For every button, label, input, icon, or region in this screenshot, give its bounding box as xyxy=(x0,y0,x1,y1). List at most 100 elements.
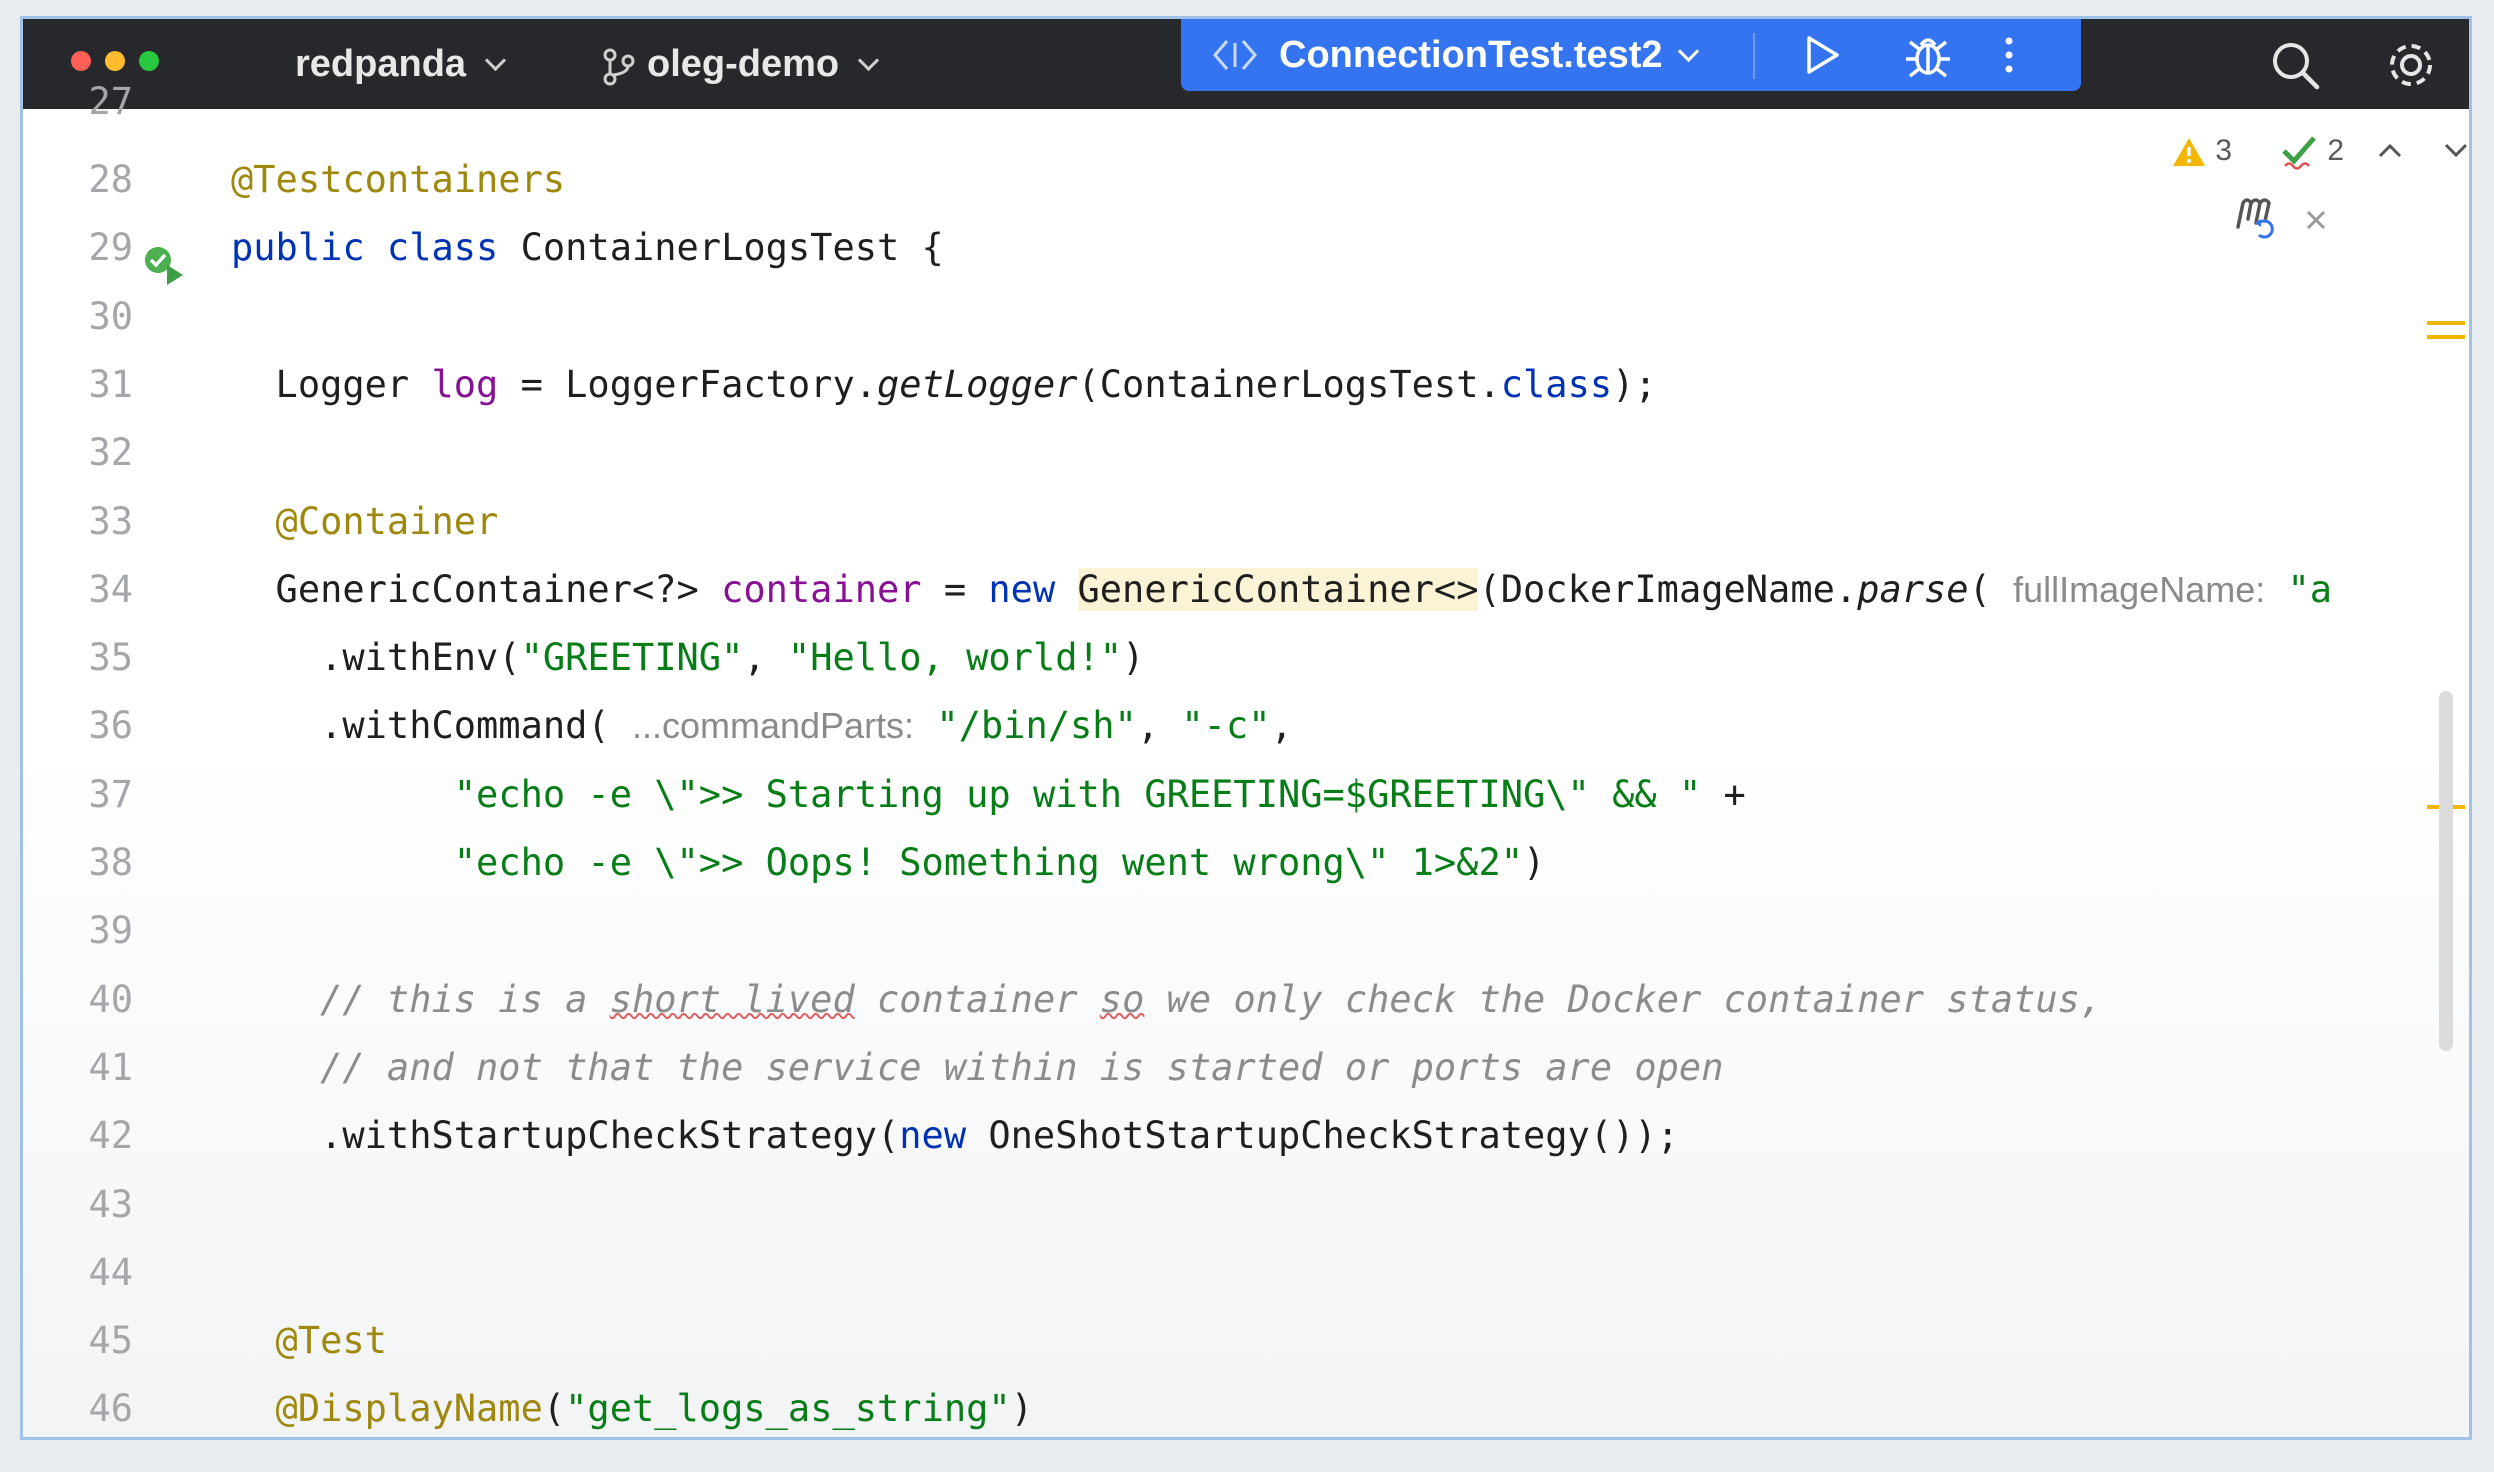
branch-selector[interactable]: oleg-demo xyxy=(647,19,880,109)
code-token: class xyxy=(1500,362,1613,406)
code-token: .withCommand( xyxy=(231,704,632,748)
run-config-selector[interactable]: ConnectionTest.test2 xyxy=(1279,19,1699,91)
project-selector[interactable]: redpanda xyxy=(295,19,507,109)
line-number: 40 xyxy=(88,977,133,1021)
chevron-down-icon xyxy=(858,49,880,72)
line-code: "echo -e \">> Starting up with GREETING=… xyxy=(231,762,1746,828)
code-token: , xyxy=(1136,704,1182,748)
code-token: = LoggerFactory. xyxy=(498,362,878,406)
code-editor[interactable]: 27 28 @Testcontainers 29 public class Conta… xyxy=(23,80,2471,1437)
line-code: .withEnv("GREETING", "Hello, world!") xyxy=(231,625,1144,691)
vertical-scrollbar[interactable] xyxy=(2439,691,2453,1051)
line-code: public class ContainerLogsTest { xyxy=(231,215,944,281)
line-code: // this is a short lived container so we… xyxy=(231,967,2102,1033)
chevron-down-icon[interactable] xyxy=(2441,137,2471,163)
close-icon[interactable] xyxy=(2303,207,2329,233)
code-token: ...commandParts: xyxy=(631,705,915,747)
code-token: "echo -e \">> Starting up with GREETING=… xyxy=(453,772,1702,816)
code-token: ) xyxy=(1122,636,1145,680)
line-code: // and not that the service within is st… xyxy=(231,1035,1723,1101)
code-token: ) xyxy=(1010,1387,1033,1431)
code-token: .withEnv( xyxy=(231,636,521,680)
marker-warning-2[interactable] xyxy=(2427,335,2465,339)
more-actions-icon[interactable] xyxy=(1999,33,2019,77)
project-name: redpanda xyxy=(295,43,467,85)
test-config-icon xyxy=(1213,40,1257,70)
line-number: 38 xyxy=(88,841,133,884)
run-config-name: ConnectionTest.test2 xyxy=(1279,34,1663,76)
line-code: "echo -e \">> Oops! Something went wrong… xyxy=(231,830,1546,896)
warnings-count: 3 xyxy=(2215,134,2233,167)
check-icon xyxy=(2282,136,2316,170)
code-token: new xyxy=(899,1114,967,1158)
ide-window: redpanda oleg-demo ConnectionTest.test2 xyxy=(20,16,2472,1440)
code-token: ContainerLogsTest { xyxy=(498,226,944,270)
line-code: @DisplayName("get_logs_as_string") xyxy=(231,1376,1033,1437)
line-number: 30 xyxy=(88,294,133,338)
code-token: ) xyxy=(1523,841,1546,884)
zoom-window-button[interactable] xyxy=(139,51,159,71)
code-token: ( xyxy=(542,1387,566,1431)
line-number: 42 xyxy=(88,1114,133,1158)
close-window-button[interactable] xyxy=(71,51,91,71)
chevron-down-icon xyxy=(484,49,507,72)
run-test-gutter-icon[interactable] xyxy=(141,243,187,289)
code-token: GenericContainer<?> xyxy=(231,567,722,611)
code-token: "Hello, world!" xyxy=(787,636,1123,680)
line-number: 27 xyxy=(88,80,133,123)
code-token: @Testcontainers xyxy=(231,158,566,201)
chevron-up-icon[interactable] xyxy=(2375,137,2405,163)
code-token: fullImageName: xyxy=(2013,568,2266,610)
line-code: @Container xyxy=(231,489,499,555)
code-token: , xyxy=(1270,704,1293,748)
marker-warning-1[interactable] xyxy=(2427,321,2465,325)
search-icon[interactable] xyxy=(2269,39,2321,91)
line-code: @Test xyxy=(231,1308,387,1374)
line-number: 37 xyxy=(88,772,133,816)
code-token: // and not that the service within is st… xyxy=(231,1045,1724,1089)
code-token: container xyxy=(854,977,1100,1021)
chevron-down-icon xyxy=(1677,40,1699,63)
code-token: ( xyxy=(1968,567,2014,611)
line-code: .withStartupCheckStrategy(new OneShotSta… xyxy=(231,1103,1679,1169)
line-code: @Testcontainers xyxy=(231,147,565,213)
line-number: 32 xyxy=(88,431,133,475)
branch-name: oleg-demo xyxy=(647,43,840,85)
gear-icon[interactable] xyxy=(2383,37,2439,93)
checks-indicator[interactable]: 2 xyxy=(2279,129,2344,173)
separator xyxy=(1753,33,1755,79)
code-token: + xyxy=(1701,772,1746,816)
reload-maven-icon[interactable] xyxy=(2233,193,2283,245)
line-number: 45 xyxy=(88,1319,133,1363)
code-token: "/bin/sh" xyxy=(936,704,1137,748)
warning-icon xyxy=(2173,138,2205,167)
code-token: , xyxy=(743,636,788,680)
line-number: 39 xyxy=(88,909,133,953)
git-branch-icon xyxy=(603,48,635,86)
minimize-window-button[interactable] xyxy=(105,51,125,71)
code-token: (DockerImageName. xyxy=(1478,567,1858,611)
line-code: .withCommand( ...commandParts: "/bin/sh"… xyxy=(231,693,1293,759)
line-number: 36 xyxy=(88,704,133,748)
line-number: 41 xyxy=(88,1045,133,1089)
line-number: 31 xyxy=(88,362,133,406)
line-code: GenericContainer<?> container = new Gene… xyxy=(231,557,2332,623)
code-token: log xyxy=(431,362,499,406)
run-configuration-widget: ConnectionTest.test2 xyxy=(1181,19,2081,91)
line-number: 35 xyxy=(88,636,133,680)
line-number: 44 xyxy=(88,1250,133,1294)
code-token: @Container xyxy=(231,499,499,543)
warnings-indicator[interactable]: 3 xyxy=(2171,129,2232,173)
code-token: GenericContainer<> xyxy=(1077,567,1479,611)
code-token: (ContainerLogsTest. xyxy=(1077,362,1501,406)
run-icon[interactable] xyxy=(1799,33,1843,77)
debug-icon[interactable] xyxy=(1903,31,1953,79)
code-token: "a xyxy=(2265,567,2333,611)
line-number: 43 xyxy=(88,1182,133,1226)
code-token: so xyxy=(1099,977,1145,1021)
code-token: @Test xyxy=(231,1319,387,1363)
